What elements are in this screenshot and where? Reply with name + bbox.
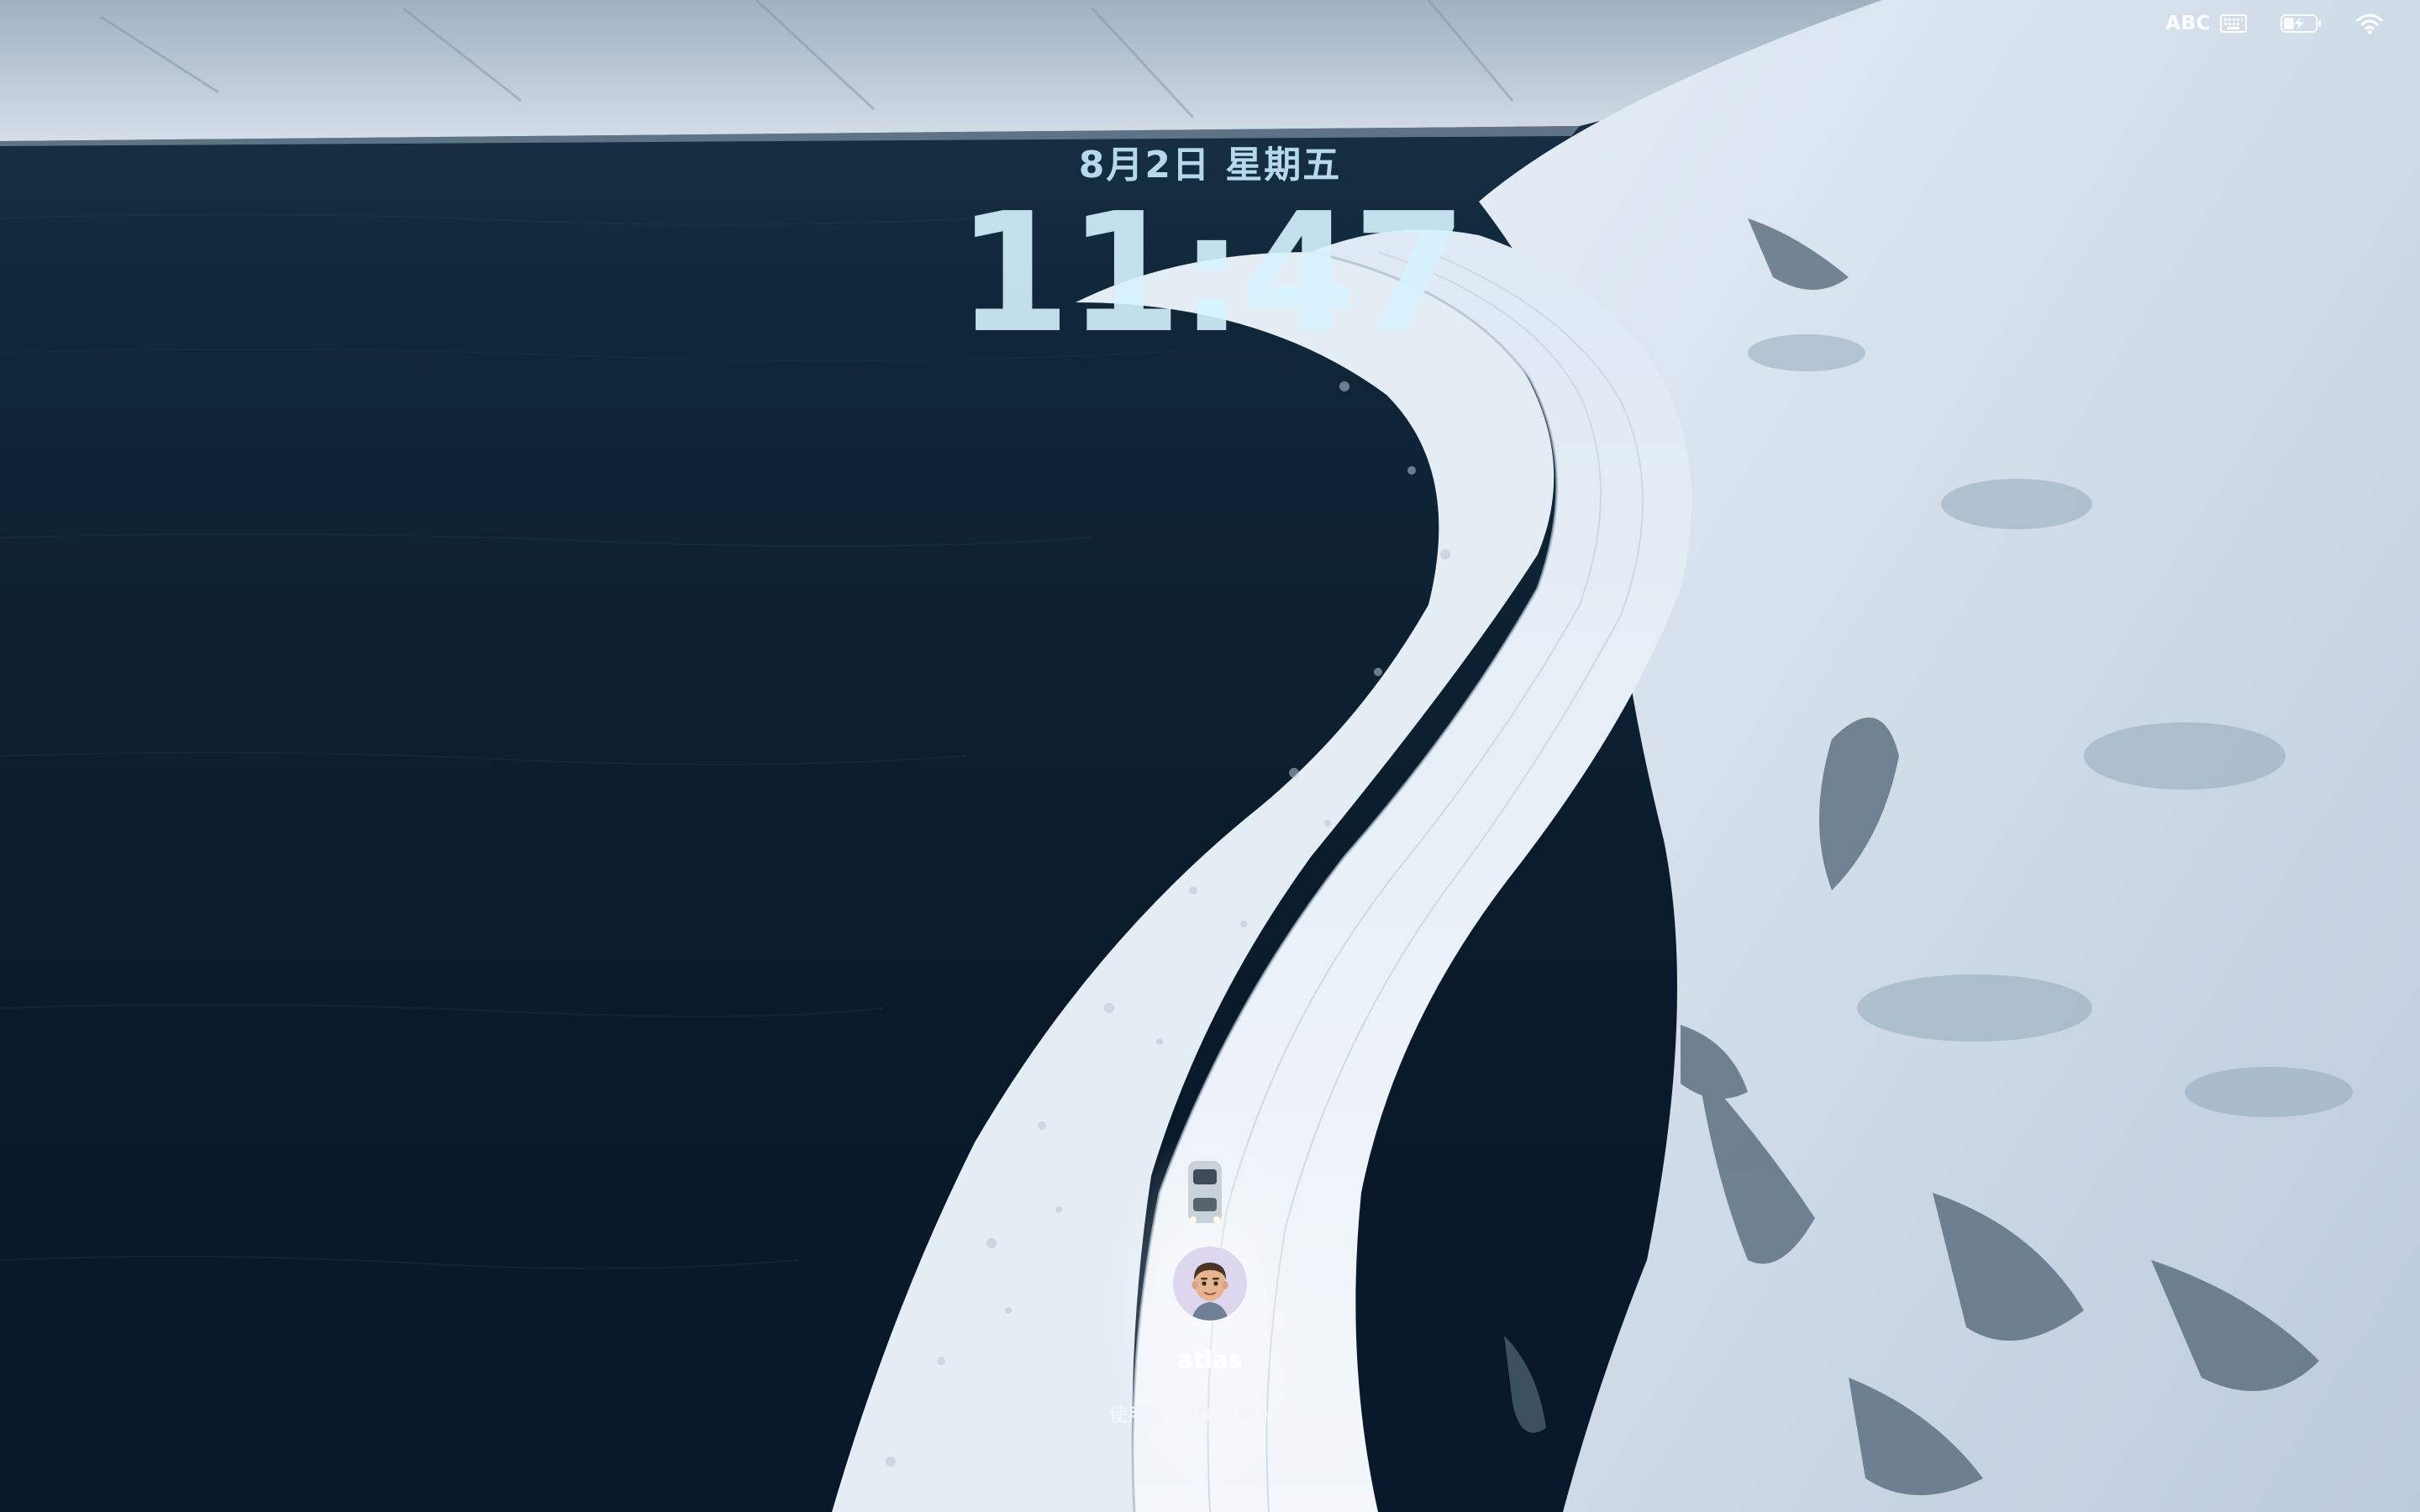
lock-screen: ABC 8月2日 星期五 11:47 atlas 使用触控 ID 或输入密码 [0,0,2420,1512]
keyboard-icon[interactable] [2218,10,2249,37]
memoji-avatar-icon [1173,1247,1247,1320]
user-avatar[interactable] [1173,1247,1247,1320]
lock-screen-clock: 11:47 [956,178,1467,370]
input-source-label[interactable]: ABC [2163,10,2213,37]
login-hint-text: 使用触控 ID 或输入密码 [1109,1405,1311,1426]
user-name-label[interactable]: atlas [1084,1346,1336,1373]
battery-charging-icon[interactable] [2279,10,2324,37]
wifi-icon[interactable] [2354,10,2385,37]
car-image [1188,1161,1222,1223]
